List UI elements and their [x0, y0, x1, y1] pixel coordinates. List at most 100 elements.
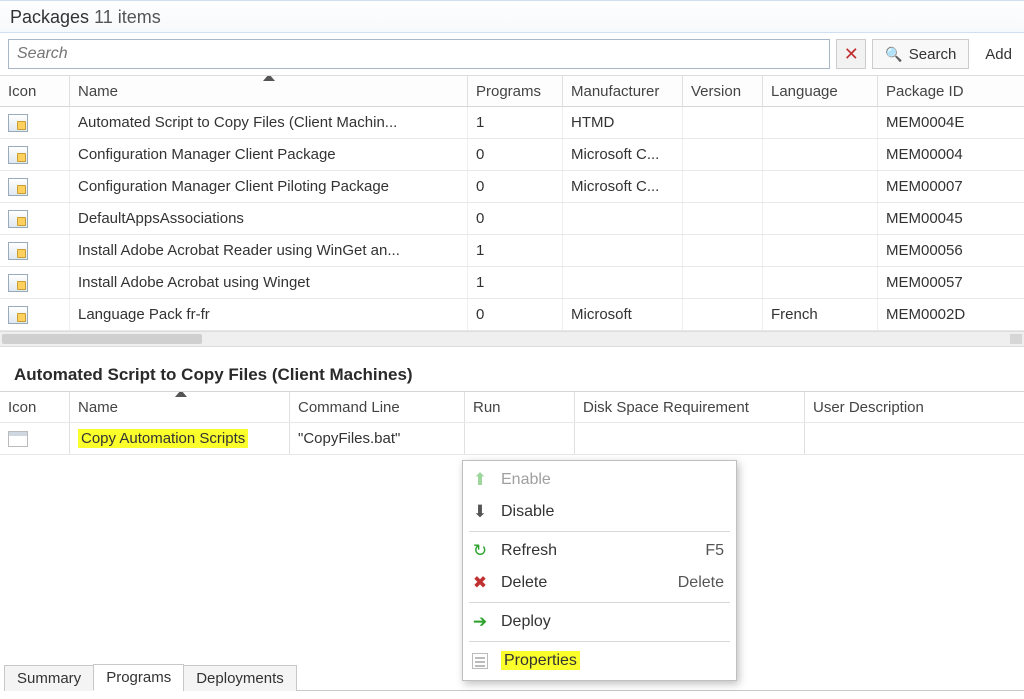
cell-command: "CopyFiles.bat"	[290, 423, 465, 454]
col-name[interactable]: Name	[70, 76, 468, 106]
programs-rows: Copy Automation Scripts"CopyFiles.bat"	[0, 423, 1024, 455]
table-row[interactable]: Configuration Manager Client Piloting Pa…	[0, 171, 1024, 203]
col-manufacturer[interactable]: Manufacturer	[563, 76, 683, 106]
cell-package-id: MEM0004E	[878, 107, 1023, 138]
menu-enable: ⬆ Enable	[465, 464, 734, 496]
package-icon	[8, 210, 28, 228]
cell-language	[763, 171, 878, 202]
menu-disable[interactable]: ⬇ Disable	[465, 496, 734, 528]
search-icon: 🔍	[885, 46, 902, 63]
package-icon	[8, 114, 28, 132]
cell-version	[683, 107, 763, 138]
add-criteria-link[interactable]: Add	[975, 46, 1016, 63]
col-programs[interactable]: Programs	[468, 76, 563, 106]
cell-programs: 1	[468, 107, 563, 138]
package-icon	[8, 242, 28, 260]
cell-name: Configuration Manager Client Piloting Pa…	[70, 171, 468, 202]
search-row: ✕ 🔍 Search Add	[0, 33, 1024, 75]
delete-icon: ✖	[469, 573, 491, 593]
col-icon[interactable]: Icon	[0, 76, 70, 106]
table-row[interactable]: DefaultAppsAssociations0MEM00045	[0, 203, 1024, 235]
menu-delete-accel: Delete	[678, 574, 724, 592]
menu-refresh-accel: F5	[705, 542, 724, 560]
pcol-run[interactable]: Run	[465, 392, 575, 422]
cell-programs: 0	[468, 139, 563, 170]
col-language[interactable]: Language	[763, 76, 878, 106]
cell-programs: 0	[468, 299, 563, 330]
cell-package-id: MEM00057	[878, 267, 1023, 298]
cell-name: Automated Script to Copy Files (Client M…	[70, 107, 468, 138]
menu-deploy-label: Deploy	[501, 613, 724, 631]
search-button[interactable]: 🔍 Search	[872, 39, 969, 69]
cell-language: French	[763, 299, 878, 330]
sort-ascending-icon	[175, 392, 187, 397]
pcol-command[interactable]: Command Line	[290, 392, 465, 422]
arrow-down-icon: ⬇	[469, 502, 491, 522]
cell-version	[683, 235, 763, 266]
search-input[interactable]	[8, 39, 830, 69]
cell-package-id: MEM0002D	[878, 299, 1023, 330]
cell-manufacturer: HTMD	[563, 107, 683, 138]
table-row[interactable]: Automated Script to Copy Files (Client M…	[0, 107, 1024, 139]
cell-run	[465, 423, 575, 454]
table-row[interactable]: Copy Automation Scripts"CopyFiles.bat"	[0, 423, 1024, 455]
tab-deployments[interactable]: Deployments	[183, 665, 297, 691]
col-package-id[interactable]: Package ID	[878, 76, 1023, 106]
menu-delete[interactable]: ✖ Delete Delete	[465, 567, 734, 599]
cell-language	[763, 203, 878, 234]
col-version[interactable]: Version	[683, 76, 763, 106]
cell-programs: 0	[468, 171, 563, 202]
menu-refresh-label: Refresh	[501, 542, 695, 560]
cell-manufacturer: Microsoft	[563, 299, 683, 330]
cell-version	[683, 139, 763, 170]
menu-properties[interactable]: Properties	[465, 645, 734, 677]
packages-title: Packages	[10, 7, 89, 27]
search-button-label: Search	[909, 46, 957, 63]
tab-summary[interactable]: Summary	[4, 665, 94, 691]
cell-disk	[575, 423, 805, 454]
table-row[interactable]: Install Adobe Acrobat using Winget1 MEM00…	[0, 267, 1024, 299]
cell-programs: 0	[468, 203, 563, 234]
cell-language	[763, 267, 878, 298]
refresh-icon: ↻	[469, 541, 491, 561]
cell-language	[763, 235, 878, 266]
detail-tabs: Summary Programs Deployments	[4, 664, 296, 691]
packages-header: Packages 11 items	[0, 0, 1024, 33]
cell-programs: 1	[468, 267, 563, 298]
menu-refresh[interactable]: ↻ Refresh F5	[465, 535, 734, 567]
menu-delete-label: Delete	[501, 574, 668, 592]
program-icon	[8, 431, 28, 447]
cell-name: Language Pack fr-fr	[70, 299, 468, 330]
packages-column-header: Icon Name Programs Manufacturer Version …	[0, 75, 1024, 107]
horizontal-scrollbar[interactable]	[0, 331, 1024, 347]
menu-deploy[interactable]: ➔ Deploy	[465, 606, 734, 638]
tab-programs[interactable]: Programs	[93, 664, 184, 691]
table-row[interactable]: Configuration Manager Client Package0Mic…	[0, 139, 1024, 171]
menu-properties-text: Properties	[501, 651, 580, 670]
package-icon	[8, 178, 28, 196]
cell-name: Install Adobe Acrobat using Winget	[70, 267, 468, 298]
cell-language	[763, 139, 878, 170]
pcol-userdesc[interactable]: User Description	[805, 392, 1024, 422]
cell-version	[683, 203, 763, 234]
table-row[interactable]: Language Pack fr-fr0Microsoft FrenchMEM00…	[0, 299, 1024, 331]
pcol-name-label: Name	[78, 399, 118, 416]
menu-properties-label: Properties	[501, 652, 724, 670]
cell-language	[763, 107, 878, 138]
menu-disable-label: Disable	[501, 503, 724, 521]
cell-package-id: MEM00045	[878, 203, 1023, 234]
cell-manufacturer: Microsoft C...	[563, 171, 683, 202]
close-icon: ✕	[844, 44, 859, 65]
pcol-disk[interactable]: Disk Space Requirement	[575, 392, 805, 422]
table-row[interactable]: Install Adobe Acrobat Reader using WinGe…	[0, 235, 1024, 267]
cell-manufacturer	[563, 235, 683, 266]
cell-manufacturer	[563, 203, 683, 234]
context-menu: ⬆ Enable ⬇ Disable ↻ Refresh F5 ✖ Delete…	[462, 460, 737, 681]
pcol-icon[interactable]: Icon	[0, 392, 70, 422]
clear-search-button[interactable]: ✕	[836, 39, 866, 69]
cell-program-name: Copy Automation Scripts	[70, 423, 290, 454]
sort-ascending-icon	[263, 76, 275, 81]
menu-separator	[469, 602, 730, 603]
pcol-name[interactable]: Name	[70, 392, 290, 422]
cell-userdesc	[805, 423, 1024, 454]
